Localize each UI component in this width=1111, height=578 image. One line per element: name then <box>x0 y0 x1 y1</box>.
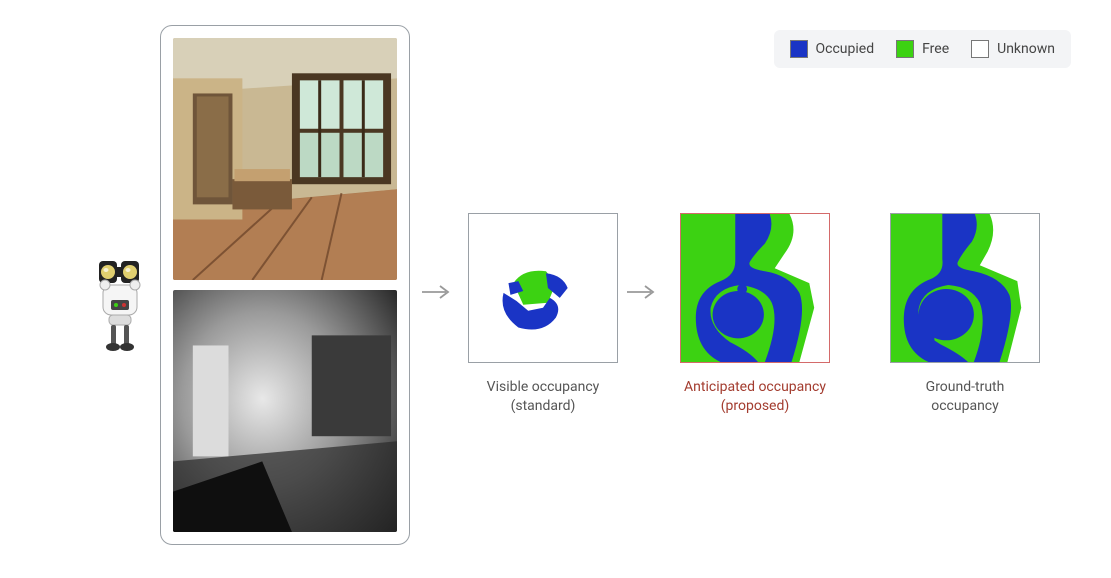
legend-label-occupied: Occupied <box>816 41 875 57</box>
rgb-image <box>173 38 397 280</box>
legend-item-occupied: Occupied <box>790 40 875 58</box>
visible-occupancy-caption: Visible occupancy (standard) <box>453 378 633 416</box>
anticipated-occupancy-caption: Anticipated occupancy (proposed) <box>665 378 845 416</box>
caption-line1: Ground-truth <box>926 379 1005 395</box>
swatch-unknown <box>971 40 989 58</box>
depth-image <box>173 290 397 532</box>
legend: Occupied Free Unknown <box>774 30 1072 68</box>
caption-line1: Visible occupancy <box>487 379 600 395</box>
anticipated-occupancy-map <box>680 213 830 363</box>
caption-line2: occupancy <box>931 398 999 414</box>
legend-item-unknown: Unknown <box>971 40 1055 58</box>
visible-occupancy-map <box>468 213 618 363</box>
input-panel <box>160 25 410 545</box>
legend-item-free: Free <box>896 40 949 58</box>
caption-line1: Anticipated occupancy <box>684 379 826 395</box>
swatch-free <box>896 40 914 58</box>
ground-truth-occupancy-map <box>890 213 1040 363</box>
caption-line2: (proposed) <box>721 398 790 414</box>
arrow-icon <box>625 282 659 306</box>
arrow-icon <box>420 282 454 306</box>
caption-line2: (standard) <box>511 398 576 414</box>
robot-icon <box>85 255 155 359</box>
ground-truth-occupancy-caption: Ground-truth occupancy <box>875 378 1055 416</box>
legend-label-free: Free <box>922 41 949 57</box>
swatch-occupied <box>790 40 808 58</box>
legend-label-unknown: Unknown <box>997 41 1055 57</box>
